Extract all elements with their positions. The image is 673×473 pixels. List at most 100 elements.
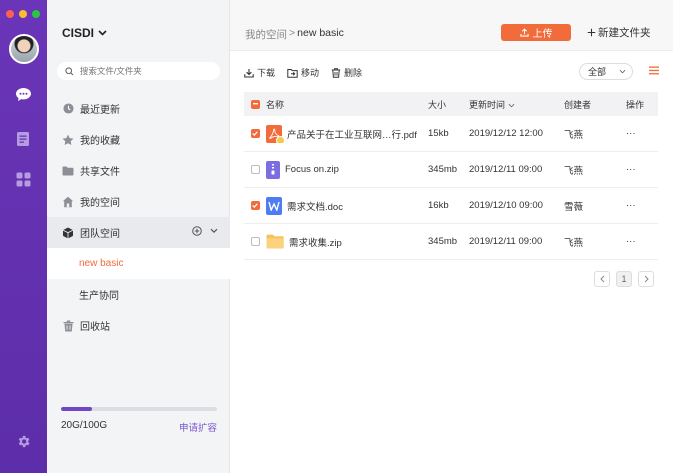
column-header-name: 名称 bbox=[266, 99, 285, 110]
main-panel: 我的空间 > new basic 上传 新建文件夹 下载 移动 删除 全部 名称… bbox=[230, 0, 673, 473]
document-icon[interactable] bbox=[14, 130, 32, 148]
download-button[interactable]: 下载 bbox=[244, 66, 275, 79]
table-row[interactable]: Focus on.zip 345mb 2019/12/11 09:00 飞燕 ·… bbox=[244, 152, 658, 188]
sidebar-item-new-basic[interactable]: new basic bbox=[47, 248, 230, 279]
top-bar: 我的空间 > new basic 上传 新建文件夹 bbox=[230, 0, 673, 51]
delete-icon bbox=[331, 67, 341, 78]
settings-icon[interactable] bbox=[14, 432, 32, 450]
file-author: 飞燕 bbox=[564, 237, 584, 249]
search-input[interactable] bbox=[77, 65, 220, 77]
column-header-time: 更新时间 bbox=[469, 99, 506, 110]
window-controls bbox=[6, 10, 40, 18]
left-rail bbox=[0, 0, 47, 473]
move-icon bbox=[287, 68, 298, 78]
select-all-checkbox[interactable] bbox=[250, 99, 260, 109]
check-icon bbox=[252, 131, 258, 136]
row-checkbox[interactable] bbox=[250, 237, 260, 246]
minimize-window-button[interactable] bbox=[19, 10, 27, 18]
trash-icon bbox=[62, 320, 74, 332]
workspace-switcher[interactable]: CISDI bbox=[62, 26, 107, 40]
sort-by-time[interactable]: 更新时间 bbox=[469, 98, 564, 111]
sidebar-item-favorites[interactable]: 我的收藏 bbox=[47, 124, 230, 155]
list-view-toggle[interactable] bbox=[649, 66, 659, 78]
upload-label: 上传 bbox=[532, 29, 553, 40]
new-folder-button[interactable]: 新建文件夹 bbox=[587, 24, 651, 41]
column-header-size: 大小 bbox=[428, 99, 447, 110]
file-size: 345mb bbox=[428, 164, 458, 175]
sidebar-item-label: 最近更新 bbox=[80, 105, 120, 116]
download-label: 下载 bbox=[257, 68, 276, 78]
filter-select[interactable]: 全部 bbox=[579, 63, 633, 80]
storage-progress-fill bbox=[61, 407, 93, 411]
more-actions-button[interactable]: ··· bbox=[626, 200, 658, 211]
column-header-author: 创建者 bbox=[564, 99, 592, 110]
file-updated-time: 2019/12/11 09:00 bbox=[469, 236, 543, 247]
file-table: 名称 大小 更新时间 创建者 操作 产品关于在工业互联网…行.pdf 15kb … bbox=[244, 92, 658, 260]
breadcrumb-root[interactable]: 我的空间 bbox=[245, 27, 287, 42]
sidebar-item-my-space[interactable]: 我的空间 bbox=[47, 186, 230, 217]
delete-button[interactable]: 删除 bbox=[331, 66, 362, 79]
next-page-button[interactable] bbox=[638, 271, 654, 287]
app-window: CISDI 最近更新 我的收藏 共享文件 我的空间 bbox=[0, 0, 673, 473]
file-updated-time: 2019/12/12 12:00 bbox=[469, 128, 543, 139]
chat-icon[interactable] bbox=[14, 85, 32, 103]
breadcrumb: 我的空间 > new basic bbox=[245, 27, 344, 42]
new-folder-label: 新建文件夹 bbox=[598, 27, 651, 39]
storage-usage: 20G/100G 申请扩容 bbox=[61, 407, 217, 434]
sidebar-item-label: 团队空间 bbox=[80, 229, 120, 240]
chevron-down-icon[interactable] bbox=[210, 228, 218, 234]
storage-used-text: 20G/100G bbox=[61, 420, 108, 431]
delete-label: 删除 bbox=[344, 68, 363, 78]
minus-icon bbox=[252, 103, 258, 105]
file-toolbar: 下载 移动 删除 bbox=[244, 66, 362, 79]
table-row[interactable]: 需求文档.doc 16kb 2019/12/10 09:00 雪薇 ··· bbox=[244, 188, 658, 224]
file-size: 16kb bbox=[428, 200, 449, 211]
file-name[interactable]: Focus on.zip bbox=[285, 164, 339, 175]
sidebar-item-recent[interactable]: 最近更新 bbox=[47, 93, 230, 124]
avatar[interactable] bbox=[9, 34, 39, 64]
chevron-left-icon bbox=[599, 275, 604, 283]
file-name[interactable]: 需求文档.doc bbox=[287, 199, 343, 213]
table-row[interactable]: 产品关于在工业互联网…行.pdf 15kb 2019/12/12 12:00 飞… bbox=[244, 116, 658, 152]
request-expansion-link[interactable]: 申请扩容 bbox=[179, 420, 217, 434]
file-updated-time: 2019/12/11 09:00 bbox=[469, 164, 543, 175]
page-number-button[interactable]: 1 bbox=[616, 271, 632, 287]
row-checkbox[interactable] bbox=[250, 165, 260, 174]
breadcrumb-current: new basic bbox=[297, 27, 344, 39]
table-header: 名称 大小 更新时间 创建者 操作 bbox=[244, 92, 658, 116]
maximize-window-button[interactable] bbox=[32, 10, 40, 18]
sidebar-item-label: 生产协同 bbox=[79, 291, 119, 302]
file-size: 15kb bbox=[428, 128, 449, 139]
plus-icon bbox=[587, 28, 596, 37]
download-icon bbox=[244, 68, 254, 78]
sidebar-item-label: 我的收藏 bbox=[80, 136, 120, 147]
sidebar-item-label: 我的空间 bbox=[80, 198, 120, 209]
pagination: 1 bbox=[594, 271, 654, 287]
row-checkbox[interactable] bbox=[250, 129, 260, 138]
file-name[interactable]: 产品关于在工业互联网…行.pdf bbox=[287, 127, 417, 141]
row-checkbox[interactable] bbox=[250, 201, 260, 210]
table-row[interactable]: 需求收集.zip 345mb 2019/12/11 09:00 飞燕 ··· bbox=[244, 224, 658, 260]
check-icon bbox=[252, 203, 258, 208]
sidebar-item-production[interactable]: 生产协同 bbox=[47, 279, 230, 310]
upload-button[interactable]: 上传 bbox=[501, 24, 571, 41]
more-actions-button[interactable]: ··· bbox=[626, 164, 658, 175]
apps-icon[interactable] bbox=[14, 170, 32, 188]
move-label: 移动 bbox=[301, 68, 320, 78]
close-window-button[interactable] bbox=[6, 10, 14, 18]
more-actions-button[interactable]: ··· bbox=[626, 128, 658, 139]
file-author: 飞燕 bbox=[564, 165, 584, 177]
sidebar-item-shared[interactable]: 共享文件 bbox=[47, 155, 230, 186]
prev-page-button[interactable] bbox=[594, 271, 610, 287]
file-name[interactable]: 需求收集.zip bbox=[289, 235, 342, 249]
search-box bbox=[57, 62, 220, 80]
add-circle-icon[interactable] bbox=[192, 226, 202, 236]
sidebar-item-trash[interactable]: 回收站 bbox=[47, 310, 230, 341]
brand-name: CISDI bbox=[62, 26, 95, 40]
cube-icon bbox=[62, 227, 74, 239]
file-size: 345mb bbox=[428, 236, 458, 247]
move-button[interactable]: 移动 bbox=[287, 66, 319, 79]
team-space-actions bbox=[192, 226, 218, 236]
sidebar-item-team-space[interactable]: 团队空间 bbox=[47, 217, 230, 248]
more-actions-button[interactable]: ··· bbox=[626, 236, 658, 247]
